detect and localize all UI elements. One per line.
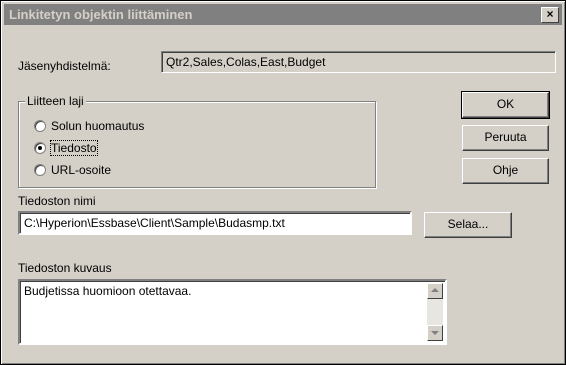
- member-combination-label: Jäsenyhdistelmä:: [18, 59, 111, 73]
- close-button[interactable]: ×: [541, 7, 559, 23]
- scroll-up-button[interactable]: [427, 283, 443, 299]
- file-name-input[interactable]: C:\Hyperion\Essbase\Client\Sample\Budasm…: [18, 211, 412, 235]
- cancel-button-label: Peruuta: [484, 130, 527, 144]
- ok-button-label: OK: [496, 97, 515, 111]
- radio-cell-note-label: Solun huomautus: [51, 119, 145, 133]
- radio-file-label: Tiedosto: [50, 140, 98, 156]
- browse-button[interactable]: Selaa...: [424, 212, 512, 238]
- radio-file[interactable]: Tiedosto: [34, 140, 234, 157]
- browse-button-label: Selaa...: [447, 217, 489, 231]
- scroll-down-button[interactable]: [427, 325, 443, 341]
- description-scrollbar[interactable]: [427, 283, 443, 341]
- file-description-label: Tiedoston kuvaus: [18, 261, 112, 275]
- radio-cell-note-circle[interactable]: [34, 120, 46, 132]
- dialog-window: Linkitetyn objektin liittäminen × Jäseny…: [0, 0, 566, 365]
- file-name-value: C:\Hyperion\Essbase\Client\Sample\Budasm…: [24, 216, 285, 230]
- radio-file-circle[interactable]: [34, 142, 46, 154]
- file-description-value: Budjetissa huomioon otettavaa.: [24, 284, 192, 298]
- help-button-label: Ohje: [492, 163, 519, 177]
- attachment-type-legend: Liitteen laji: [25, 94, 86, 108]
- file-name-label: Tiedoston nimi: [18, 194, 96, 208]
- arrow-down-icon: [431, 331, 439, 335]
- radio-url[interactable]: URL-osoite: [34, 163, 234, 179]
- arrow-up-icon: [431, 288, 439, 292]
- title-bar[interactable]: Linkitetyn objektin liittäminen ×: [4, 4, 562, 25]
- radio-url-circle[interactable]: [34, 164, 46, 176]
- help-button[interactable]: Ohje: [462, 158, 549, 184]
- member-combination-value: Qtr2,Sales,Colas,East,Budget: [166, 55, 326, 69]
- member-combination-field: Qtr2,Sales,Colas,East,Budget: [161, 51, 556, 73]
- cancel-button[interactable]: Peruuta: [462, 125, 549, 151]
- close-icon: ×: [546, 7, 554, 21]
- radio-cell-note[interactable]: Solun huomautus: [34, 119, 234, 135]
- radio-url-label: URL-osoite: [51, 163, 112, 177]
- file-description-textarea[interactable]: Budjetissa huomioon otettavaa.: [18, 279, 447, 345]
- window-title: Linkitetyn objektin liittäminen: [9, 7, 193, 22]
- ok-button[interactable]: OK: [461, 91, 550, 119]
